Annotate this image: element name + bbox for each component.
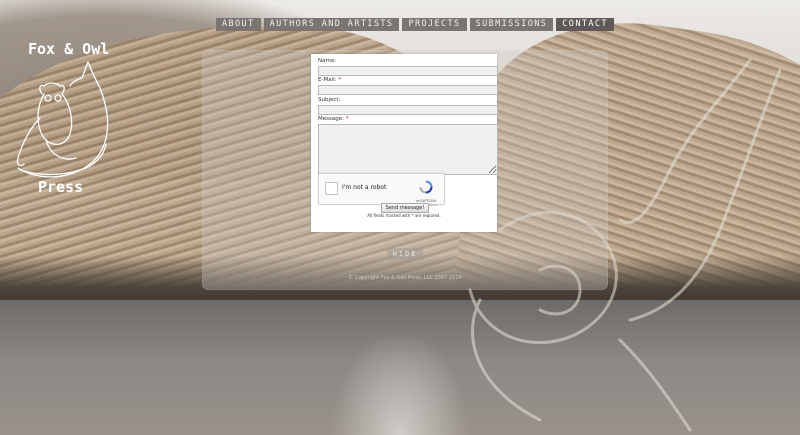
hide-button[interactable]: HIDE: [387, 248, 423, 260]
email-label: E-Mail: *: [318, 77, 341, 83]
subject-field[interactable]: [318, 105, 498, 115]
name-label: Name:: [318, 58, 337, 64]
nav-projects[interactable]: PROJECTS: [402, 18, 467, 31]
required-fields-note: All fields marked with * are required.: [367, 213, 441, 218]
recaptcha-label: I'm not a robot: [342, 184, 387, 191]
logo-subtitle: Press: [38, 178, 84, 196]
main-navigation: ABOUT AUTHORS AND ARTISTS PROJECTS SUBMI…: [216, 18, 614, 31]
nav-authors-and-artists[interactable]: AUTHORS AND ARTISTS: [263, 18, 400, 31]
logo-title: Fox & Owl: [28, 40, 110, 58]
message-label: Message: *: [318, 116, 349, 122]
email-field[interactable]: [318, 85, 498, 95]
fox-owl-press-logo[interactable]: Fox & Owl Press: [10, 40, 120, 200]
send-message-button[interactable]: Send message!: [381, 203, 429, 213]
nav-about[interactable]: ABOUT: [216, 18, 261, 31]
fox-owl-logo-icon: [16, 61, 109, 178]
nav-contact[interactable]: CONTACT: [556, 18, 614, 31]
contact-form: Name: E-Mail: * Subject: Message: * I'm …: [311, 54, 498, 232]
nav-submissions[interactable]: SUBMISSIONS: [469, 18, 554, 31]
message-field[interactable]: [318, 124, 498, 175]
recaptcha-checkbox[interactable]: [325, 182, 338, 195]
copyright-text: © Copyright Fox & Owl Press, LLC 2007-20…: [348, 275, 462, 281]
recaptcha-widget: I'm not a robot reCAPTCHA Privacy - Term…: [318, 173, 445, 207]
name-field[interactable]: [318, 66, 498, 76]
subject-label: Subject:: [318, 97, 341, 103]
recaptcha-logo-icon: [419, 180, 433, 194]
